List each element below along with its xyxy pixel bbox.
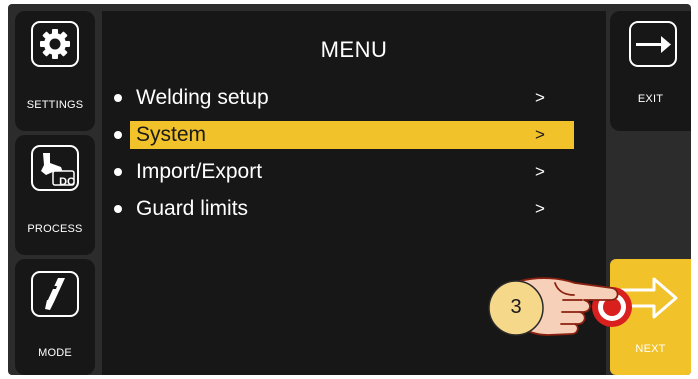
- gear-icon: [31, 21, 79, 67]
- menu-panel: MENU Welding setup > System > Import/Exp…: [102, 11, 606, 375]
- next-button[interactable]: NEXT: [610, 259, 691, 375]
- settings-label: SETTINGS: [26, 99, 84, 111]
- settings-button[interactable]: SETTINGS: [15, 11, 95, 131]
- menu-item-label: Welding setup: [136, 86, 269, 109]
- device-screen: SETTINGS DC PROCESS MODE MENU Welding se…: [8, 4, 691, 375]
- menu-item-label: System: [136, 123, 207, 146]
- exit-button[interactable]: EXIT: [610, 11, 691, 131]
- chevron-right-icon: >: [535, 88, 545, 107]
- torch-trigger-icon: [31, 271, 79, 317]
- next-arrow-icon: [618, 273, 682, 323]
- chevron-right-icon: >: [535, 162, 545, 181]
- mode-button[interactable]: MODE: [15, 259, 95, 375]
- bullet: [114, 168, 122, 176]
- bullet: [114, 131, 122, 139]
- bullet: [114, 94, 122, 102]
- menu-item-guard-limits[interactable]: Guard limits >: [114, 195, 574, 223]
- mode-label: MODE: [38, 347, 72, 359]
- welding-torch-icon: DC: [31, 145, 79, 191]
- chevron-right-icon: >: [535, 125, 545, 144]
- step-callout: 3: [510, 296, 522, 318]
- bullet: [114, 205, 122, 213]
- menu-item-label: Import/Export: [136, 160, 263, 183]
- process-button[interactable]: DC PROCESS: [15, 135, 95, 255]
- menu-item-label: Guard limits: [136, 197, 249, 220]
- menu-item-system[interactable]: System >: [114, 121, 574, 149]
- exit-arrow-icon: [628, 21, 677, 67]
- page-title: MENU: [320, 37, 388, 62]
- process-label: PROCESS: [27, 223, 83, 235]
- exit-label: EXIT: [637, 93, 664, 105]
- next-label: NEXT: [635, 343, 666, 355]
- dc-badge: DC: [59, 176, 75, 188]
- chevron-right-icon: >: [535, 199, 545, 218]
- menu-item-welding-setup[interactable]: Welding setup >: [114, 84, 574, 112]
- menu-item-import-export[interactable]: Import/Export >: [114, 158, 574, 186]
